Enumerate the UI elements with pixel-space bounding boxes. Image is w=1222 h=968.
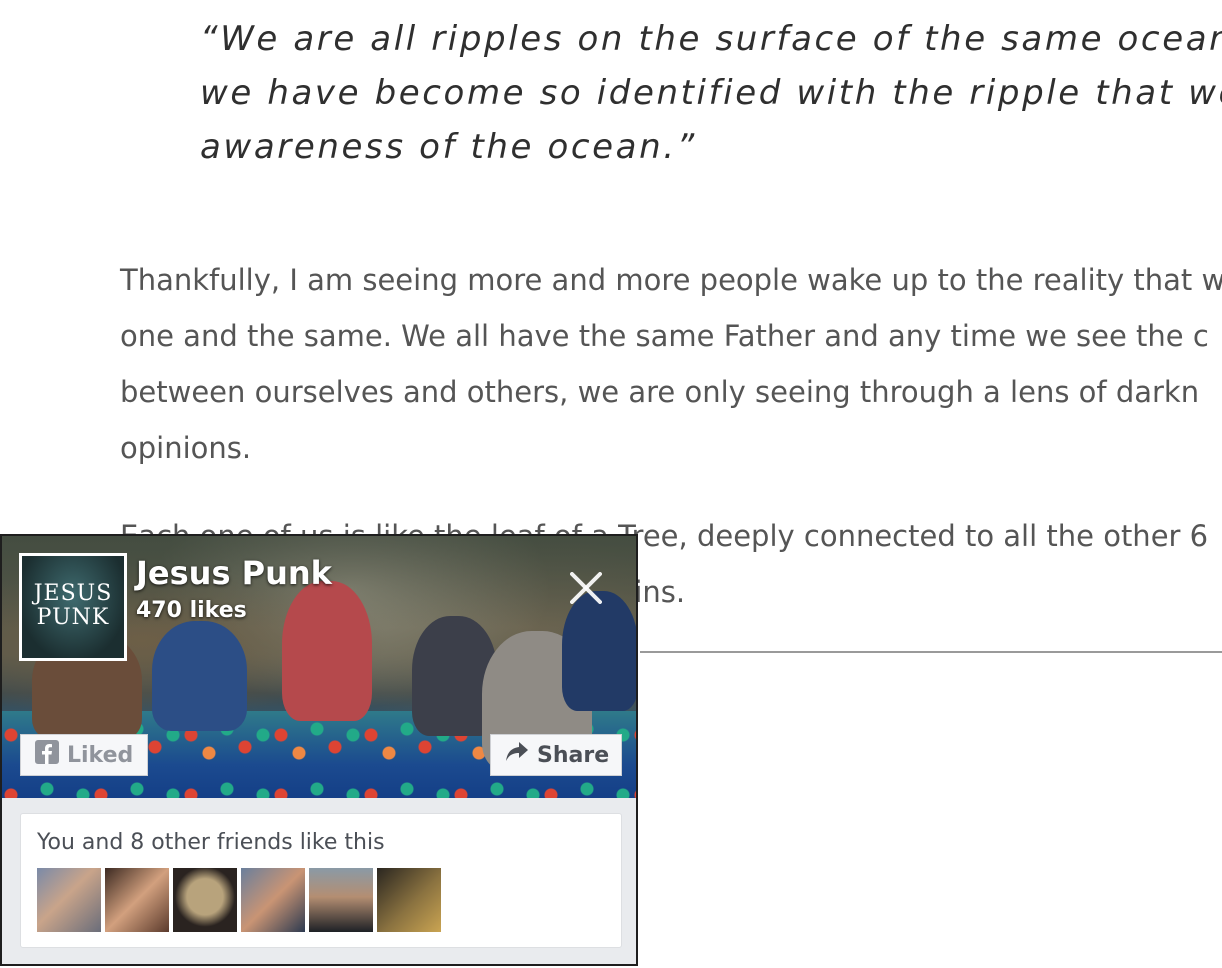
- friend-avatar[interactable]: [377, 868, 441, 932]
- page-avatar-logo: JESUS PUNK: [33, 581, 113, 630]
- liked-button[interactable]: Liked: [20, 734, 148, 776]
- quote-line: we have become so identified with the ri…: [200, 73, 1222, 113]
- quote-line: “We are all ripples on the surface of th…: [200, 19, 1222, 59]
- paragraph-line: between ourselves and others, we are onl…: [120, 375, 1200, 409]
- friends-like-card: You and 8 other friends like this: [20, 813, 622, 948]
- friend-avatar[interactable]: [173, 868, 237, 932]
- paragraph-line: one and the same. We all have the same F…: [120, 319, 1209, 353]
- share-arrow-icon: [505, 741, 529, 769]
- friends-avatar-row: [37, 868, 441, 932]
- friend-avatar[interactable]: [37, 868, 101, 932]
- page-avatar[interactable]: JESUS PUNK: [19, 553, 127, 661]
- paragraph-line: opinions.: [120, 431, 252, 465]
- friends-like-text: You and 8 other friends like this: [37, 830, 385, 855]
- blockquote: “We are all ripples on the surface of th…: [200, 12, 1222, 174]
- close-icon: [570, 572, 602, 604]
- paragraph: Thankfully, I am seeing more and more pe…: [120, 252, 1222, 476]
- quote-line: awareness of the ocean.”: [200, 127, 697, 167]
- share-button[interactable]: Share: [490, 734, 622, 776]
- page-name-link[interactable]: Jesus Punk: [136, 554, 332, 592]
- page-likes-count: 470 likes: [136, 598, 247, 623]
- liked-label: Liked: [67, 742, 134, 768]
- facebook-page-widget: JESUS PUNK Jesus Punk 470 likes Liked Sh…: [0, 534, 638, 966]
- cover-figure: [152, 621, 247, 731]
- horizontal-divider: [640, 651, 1222, 653]
- friend-avatar[interactable]: [309, 868, 373, 932]
- facebook-f-icon: [35, 740, 59, 770]
- friend-avatar[interactable]: [105, 868, 169, 932]
- close-button[interactable]: [564, 566, 608, 610]
- paragraph-line: Thankfully, I am seeing more and more pe…: [120, 263, 1222, 297]
- share-label: Share: [537, 742, 610, 768]
- cover-figure: [282, 581, 372, 721]
- friend-avatar[interactable]: [241, 868, 305, 932]
